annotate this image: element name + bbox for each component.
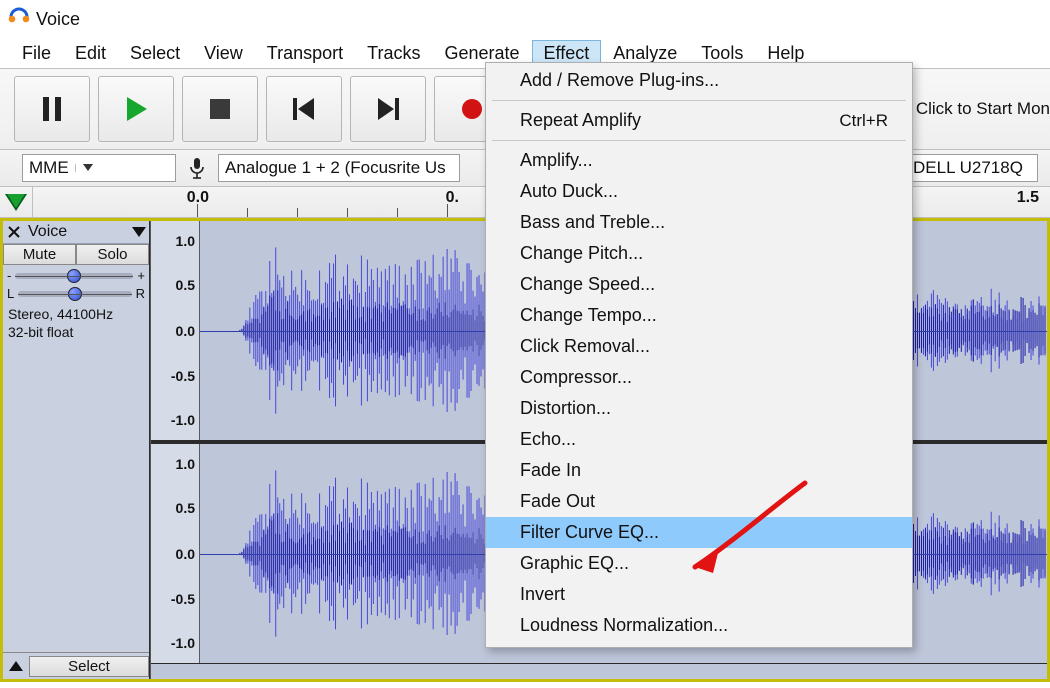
effect-item-echo[interactable]: Echo... — [486, 424, 912, 455]
menu-tracks[interactable]: Tracks — [355, 40, 432, 67]
effect-menu-popup: Add / Remove Plug-ins... Repeat Amplify Ct… — [485, 62, 913, 648]
solo-button[interactable]: Solo — [76, 244, 149, 265]
menu-edit[interactable]: Edit — [63, 40, 118, 67]
effect-item-change-speed[interactable]: Change Speed... — [486, 269, 912, 300]
menu-item-label: Change Tempo... — [520, 305, 657, 326]
menu-view[interactable]: View — [192, 40, 255, 67]
pan-slider[interactable]: L R — [3, 283, 149, 301]
recording-device-value: Analogue 1 + 2 (Focusrite Us — [225, 158, 446, 178]
menu-item-label: Bass and Treble... — [520, 212, 665, 233]
menu-transport[interactable]: Transport — [255, 40, 355, 67]
gain-minus-label: - — [7, 268, 11, 283]
track-control-panel: Voice Mute Solo - + L R Stereo, 44100Hz … — [3, 221, 150, 679]
audio-host-combo[interactable]: MME — [22, 154, 176, 182]
vertical-scale: 1.0 0.5 0.0 -0.5 -1.0 — [151, 221, 200, 440]
window-title-bar: Voice — [0, 0, 1050, 38]
skip-end-button[interactable] — [350, 76, 426, 142]
ruler-label-15: 1.5 — [1017, 189, 1041, 207]
window-title: Voice — [36, 9, 80, 30]
monitor-hint-text: Click to Start Mon — [916, 99, 1050, 119]
playback-device-value: DELL U2718Q — [913, 158, 1023, 178]
track-name[interactable]: Voice — [25, 222, 129, 242]
close-track-button[interactable] — [3, 221, 25, 243]
menu-item-label: Click Removal... — [520, 336, 650, 357]
mute-button[interactable]: Mute — [3, 244, 76, 265]
menu-item-label: Fade Out — [520, 491, 595, 512]
effect-item-bass-and-treble[interactable]: Bass and Treble... — [486, 207, 912, 238]
menu-file[interactable]: File — [10, 40, 63, 67]
effect-item-graphic-eq[interactable]: Graphic EQ... — [486, 548, 912, 579]
effect-item-filter-curve-eq[interactable]: Filter Curve EQ... — [486, 517, 912, 548]
menu-item-label: Filter Curve EQ... — [520, 522, 659, 543]
effect-item-click-removal[interactable]: Click Removal... — [486, 331, 912, 362]
recording-device-combo[interactable]: Analogue 1 + 2 (Focusrite Us — [218, 154, 460, 182]
track-dropdown-button[interactable] — [129, 227, 149, 237]
collapse-track-button[interactable] — [3, 653, 29, 679]
track-format-label: Stereo, 44100Hz 32-bit float — [3, 301, 149, 346]
menu-separator — [492, 100, 906, 101]
skip-start-button[interactable] — [266, 76, 342, 142]
pause-button[interactable] — [14, 76, 90, 142]
menu-item-label: Repeat Amplify — [520, 110, 641, 131]
menu-select[interactable]: Select — [118, 40, 192, 67]
effect-item-invert[interactable]: Invert — [486, 579, 912, 610]
menu-item-label: Distortion... — [520, 398, 611, 419]
menu-item-label: Echo... — [520, 429, 576, 450]
stop-button[interactable] — [182, 76, 258, 142]
menu-item-label: Graphic EQ... — [520, 553, 629, 574]
select-track-button[interactable]: Select — [29, 656, 149, 677]
menu-item-label: Amplify... — [520, 150, 593, 171]
menu-item-label: Loudness Normalization... — [520, 615, 728, 636]
app-icon — [8, 6, 30, 33]
menu-item-label: Auto Duck... — [520, 181, 618, 202]
effect-item-amplify[interactable]: Amplify... — [486, 145, 912, 176]
effect-item-fade-in[interactable]: Fade In — [486, 455, 912, 486]
menu-item-label: Compressor... — [520, 367, 632, 388]
menu-item-label: Change Speed... — [520, 274, 655, 295]
microphone-icon — [186, 157, 208, 179]
menu-item-accelerator: Ctrl+R — [839, 111, 888, 131]
effect-item-distortion[interactable]: Distortion... — [486, 393, 912, 424]
menu-item-label: Invert — [520, 584, 565, 605]
effect-item-change-tempo[interactable]: Change Tempo... — [486, 300, 912, 331]
pan-left-label: L — [7, 286, 14, 301]
playhead-handle[interactable] — [0, 187, 33, 217]
effect-item-add-remove-plug-ins[interactable]: Add / Remove Plug-ins... — [486, 65, 912, 96]
ruler-label-0: 0.0 — [187, 189, 211, 207]
pan-right-label: R — [136, 286, 145, 301]
playback-device-combo[interactable]: DELL U2718Q — [906, 154, 1038, 182]
menu-item-label: Fade In — [520, 460, 581, 481]
effect-item-loudness-normalization[interactable]: Loudness Normalization... — [486, 610, 912, 641]
gain-plus-label: + — [137, 268, 145, 283]
effect-item-auto-duck[interactable]: Auto Duck... — [486, 176, 912, 207]
vertical-scale: 1.0 0.5 0.0 -0.5 -1.0 — [151, 444, 200, 663]
play-button[interactable] — [98, 76, 174, 142]
effect-item-change-pitch[interactable]: Change Pitch... — [486, 238, 912, 269]
gain-slider[interactable]: - + — [3, 265, 149, 283]
chevron-down-icon — [75, 164, 96, 172]
audio-host-value: MME — [29, 158, 69, 178]
effect-item-compressor[interactable]: Compressor... — [486, 362, 912, 393]
menu-item-label: Add / Remove Plug-ins... — [520, 70, 719, 91]
effect-item-fade-out[interactable]: Fade Out — [486, 486, 912, 517]
menu-separator — [492, 140, 906, 141]
menu-item-label: Change Pitch... — [520, 243, 643, 264]
effect-item-repeat-amplify[interactable]: Repeat Amplify Ctrl+R — [486, 105, 912, 136]
